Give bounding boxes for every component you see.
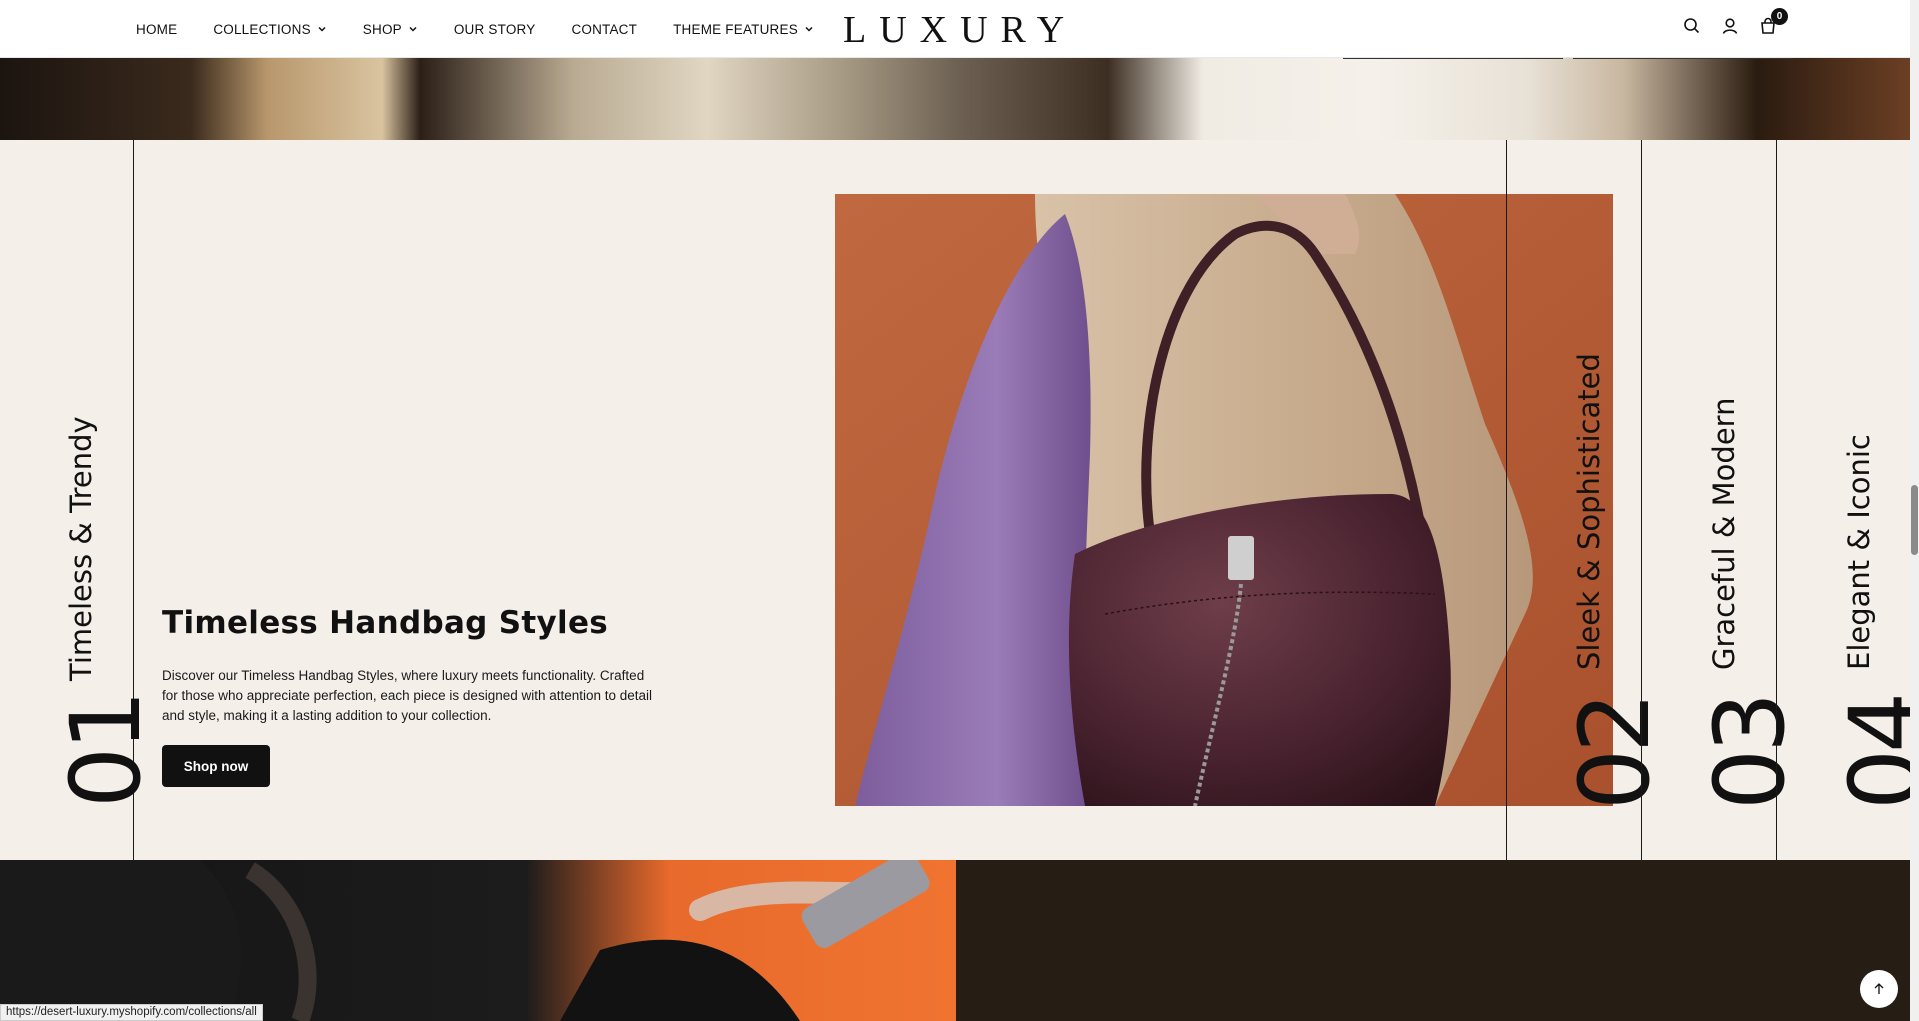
chevron-down-icon bbox=[409, 26, 417, 32]
nav-home-label: HOME bbox=[136, 21, 178, 37]
nav-our-story[interactable]: OUR STORY bbox=[454, 22, 536, 37]
nav-theme-features-label: THEME FEATURES bbox=[673, 21, 798, 37]
header-actions: 0 bbox=[1682, 8, 1788, 36]
cart-icon[interactable]: 0 bbox=[1758, 8, 1788, 36]
chevron-down-icon bbox=[318, 26, 326, 32]
nav-theme-features[interactable]: THEME FEATURES bbox=[673, 22, 814, 37]
next-section-image bbox=[0, 860, 956, 1021]
panel-description: Discover our Timeless Handbag Styles, wh… bbox=[162, 668, 653, 723]
scrollbar-thumb[interactable] bbox=[1911, 485, 1918, 555]
previous-section-image bbox=[0, 58, 1910, 140]
browser-status-url: https://desert-luxury.myshopify.com/coll… bbox=[0, 1004, 263, 1021]
tab-title: Timeless & Trendy bbox=[64, 416, 98, 681]
cart-count-badge: 0 bbox=[1771, 8, 1788, 25]
accordion-tab-01[interactable]: 01 Timeless & Trendy bbox=[0, 140, 162, 860]
accordion-tab-02[interactable]: 02 Sleek & Sophisticated bbox=[1506, 140, 1671, 860]
handbag-photo bbox=[835, 194, 1613, 806]
panel-heading: Timeless Handbag Styles bbox=[162, 605, 609, 641]
nav-our-story-label: OUR STORY bbox=[453, 21, 536, 37]
tab-number: 04 bbox=[1829, 695, 1919, 810]
nav-collections-label: COLLECTIONS bbox=[213, 21, 311, 37]
accordion-tab-03[interactable]: 03 Graceful & Modern bbox=[1641, 140, 1806, 860]
tab-title: Elegant & Iconic bbox=[1842, 434, 1876, 670]
tab-title: Sleek & Sophisticated bbox=[1572, 353, 1606, 670]
nav-shop[interactable]: SHOP bbox=[363, 22, 418, 37]
tab-title: Graceful & Modern bbox=[1707, 397, 1741, 670]
nav-shop-label: SHOP bbox=[362, 21, 402, 37]
back-to-top-button[interactable] bbox=[1860, 970, 1898, 1008]
arrow-up-icon bbox=[1874, 983, 1884, 994]
nav-contact-label: CONTACT bbox=[571, 21, 638, 37]
site-logo[interactable]: LUXURY bbox=[843, 8, 1077, 52]
accordion-active-panel: Timeless Handbag Styles Discover our Tim… bbox=[134, 140, 1640, 860]
chevron-down-icon bbox=[805, 26, 813, 32]
accordion-tab-04[interactable]: 04 Elegant & Iconic bbox=[1776, 140, 1919, 860]
next-section-panel bbox=[956, 860, 1910, 1021]
nav-collections[interactable]: COLLECTIONS bbox=[213, 22, 326, 37]
site-header: HOME COLLECTIONS SHOP OUR STORY CONTACT … bbox=[0, 0, 1910, 58]
account-icon[interactable] bbox=[1720, 16, 1740, 36]
page-scrollbar[interactable] bbox=[1910, 0, 1919, 1021]
decorative-line bbox=[1343, 58, 1563, 59]
collection-accordion: 01 Timeless & Trendy Timeless Handbag St… bbox=[0, 140, 1919, 860]
nav-contact[interactable]: CONTACT bbox=[571, 22, 637, 37]
decorative-line bbox=[1573, 58, 1793, 59]
search-icon[interactable] bbox=[1682, 16, 1702, 36]
main-nav: HOME COLLECTIONS SHOP OUR STORY CONTACT … bbox=[136, 0, 850, 58]
nav-home[interactable]: HOME bbox=[136, 22, 177, 37]
shop-now-button[interactable]: Shop now bbox=[162, 745, 270, 787]
